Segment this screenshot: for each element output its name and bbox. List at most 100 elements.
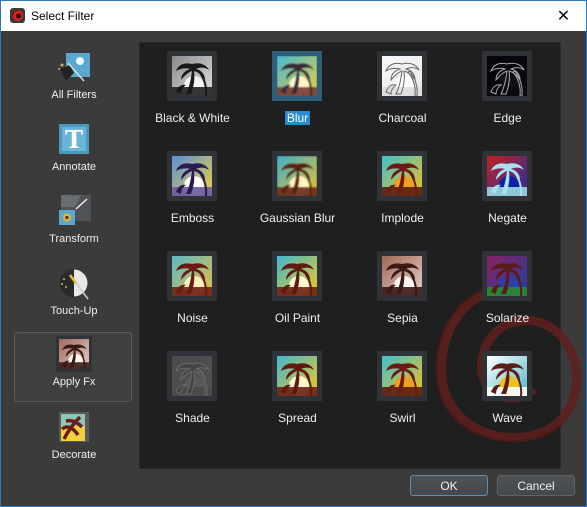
ok-button[interactable]: OK	[410, 475, 488, 496]
filter-label: Shade	[140, 411, 245, 425]
filter-tile-blur[interactable]: Blur	[245, 43, 350, 143]
palm-tree-emboss-icon	[172, 156, 212, 196]
filter-label: Noise	[140, 311, 245, 325]
filter-label: Implode	[350, 211, 455, 225]
filter-label-text: Blur	[284, 111, 311, 125]
filter-label: Wave	[455, 411, 560, 425]
filter-thumbnail	[272, 151, 322, 201]
filter-tile-noise[interactable]: Noise	[140, 243, 245, 343]
filter-tile-implode[interactable]: Implode	[350, 143, 455, 243]
filter-label: Emboss	[140, 211, 245, 225]
close-button[interactable]: ✕	[541, 1, 586, 31]
window-title: Select Filter	[31, 9, 95, 23]
filter-thumbnail	[377, 151, 427, 201]
select-filter-dialog: Select Filter ✕ All Filters T Annotate Tran…	[0, 0, 587, 507]
text-t-icon: T	[56, 121, 92, 157]
palm-tree-edge-icon	[487, 56, 527, 96]
filter-label: Negate	[455, 211, 560, 225]
filter-label-text: Implode	[381, 211, 424, 225]
decorate-frame-icon	[56, 409, 92, 445]
sidebar-item-label: Apply Fx	[52, 376, 96, 388]
filter-thumbnail	[482, 151, 532, 201]
palm-tree-charcoal-icon	[382, 56, 422, 96]
filter-label: Gaussian Blur	[245, 211, 350, 225]
filter-tile-charcoal[interactable]: Charcoal	[350, 43, 455, 143]
palm-tree-bw-icon	[172, 56, 212, 96]
filter-tile-solarize[interactable]: Solarize	[455, 243, 560, 343]
filter-label: Swirl	[350, 411, 455, 425]
filter-label-text: Edge	[493, 111, 522, 125]
filter-label-text: Shade	[175, 411, 210, 425]
filter-tile-emboss[interactable]: Emboss	[140, 143, 245, 243]
filter-thumbnail	[377, 251, 427, 301]
filter-thumbnail	[167, 251, 217, 301]
palm-tree-oil-icon	[277, 256, 317, 296]
filter-tile-wave[interactable]: Wave	[455, 343, 560, 443]
filter-label: Solarize	[455, 311, 560, 325]
touch-up-wand-icon	[56, 265, 92, 301]
palm-tree-swirl-icon	[382, 356, 422, 396]
sidebar-item-label: Decorate	[51, 449, 97, 461]
filter-label: Spread	[245, 411, 350, 425]
filter-label-text: Wave	[492, 411, 523, 425]
filter-grid: Black & White Blur Charcoal Edge Emboss …	[139, 42, 582, 469]
filter-label: Sepia	[350, 311, 455, 325]
palm-tree-noise-icon	[172, 256, 212, 296]
palm-tree-implode-icon	[382, 156, 422, 196]
filter-thumbnail	[272, 51, 322, 101]
palm-tree-gauss-icon	[277, 156, 317, 196]
sidebar-item-decorate[interactable]: Decorate	[14, 405, 132, 475]
transform-resize-icon	[56, 193, 92, 229]
filter-thumbnail	[272, 351, 322, 401]
app-logo-icon	[10, 8, 25, 23]
sidebar-item-label: Transform	[49, 233, 99, 245]
filter-thumbnail	[482, 351, 532, 401]
category-sidebar: All Filters T Annotate Transform Touch-Up Ap…	[2, 31, 138, 469]
filter-thumbnail	[377, 351, 427, 401]
filter-label-text: Emboss	[170, 211, 215, 225]
filter-tile-oil-paint[interactable]: Oil Paint	[245, 243, 350, 343]
filter-tile-edge[interactable]: Edge	[455, 43, 560, 143]
filter-tile-negate[interactable]: Negate	[455, 143, 560, 243]
filter-label-text: Noise	[177, 311, 208, 325]
svg-text:T: T	[65, 125, 83, 154]
filter-label-text: Solarize	[485, 311, 530, 325]
cancel-button[interactable]: Cancel	[497, 475, 575, 496]
sidebar-item-label: All Filters	[51, 89, 97, 101]
filter-label: Blur	[245, 111, 350, 125]
sidebar-item-annotate[interactable]: T Annotate	[14, 117, 132, 187]
filter-tile-sepia[interactable]: Sepia	[350, 243, 455, 343]
sidebar-item-transform[interactable]: Transform	[14, 189, 132, 259]
palm-tree-shade-icon	[172, 356, 212, 396]
palm-tree-sepia-icon	[382, 256, 422, 296]
palm-tree-solarize-icon	[487, 256, 527, 296]
filter-label-text: Oil Paint	[274, 311, 321, 325]
filter-tile-gaussian-blur[interactable]: Gaussian Blur	[245, 143, 350, 243]
filter-label: Edge	[455, 111, 560, 125]
filter-tile-spread[interactable]: Spread	[245, 343, 350, 443]
filter-thumbnail	[482, 51, 532, 101]
filter-thumbnail	[167, 151, 217, 201]
title-bar[interactable]: Select Filter ✕	[1, 1, 586, 31]
filter-label-text: Swirl	[389, 411, 416, 425]
filter-tile-shade[interactable]: Shade	[140, 343, 245, 443]
filter-label-text: Spread	[278, 411, 317, 425]
palm-tree-spread-icon	[277, 356, 317, 396]
filter-thumbnail	[377, 51, 427, 101]
magic-wand-icon	[56, 49, 92, 85]
sidebar-item-apply-fx[interactable]: Apply Fx	[14, 332, 132, 402]
sidebar-item-label: Annotate	[51, 161, 97, 173]
filter-tile-swirl[interactable]: Swirl	[350, 343, 455, 443]
palm-tree-negate-icon	[487, 156, 527, 196]
sidebar-item-all-filters[interactable]: All Filters	[14, 45, 132, 115]
filter-label-text: Negate	[488, 211, 527, 225]
sidebar-item-touch-up[interactable]: Touch-Up	[14, 261, 132, 331]
filter-tile-black-white[interactable]: Black & White	[140, 43, 245, 143]
filter-thumbnail	[167, 51, 217, 101]
close-icon: ✕	[556, 8, 571, 25]
filter-thumbnail	[167, 351, 217, 401]
filter-thumbnail	[272, 251, 322, 301]
palm-tree-blur-icon	[277, 56, 317, 96]
filter-label-text: Sepia	[387, 311, 418, 325]
filter-label-text: Black & White	[155, 111, 230, 125]
